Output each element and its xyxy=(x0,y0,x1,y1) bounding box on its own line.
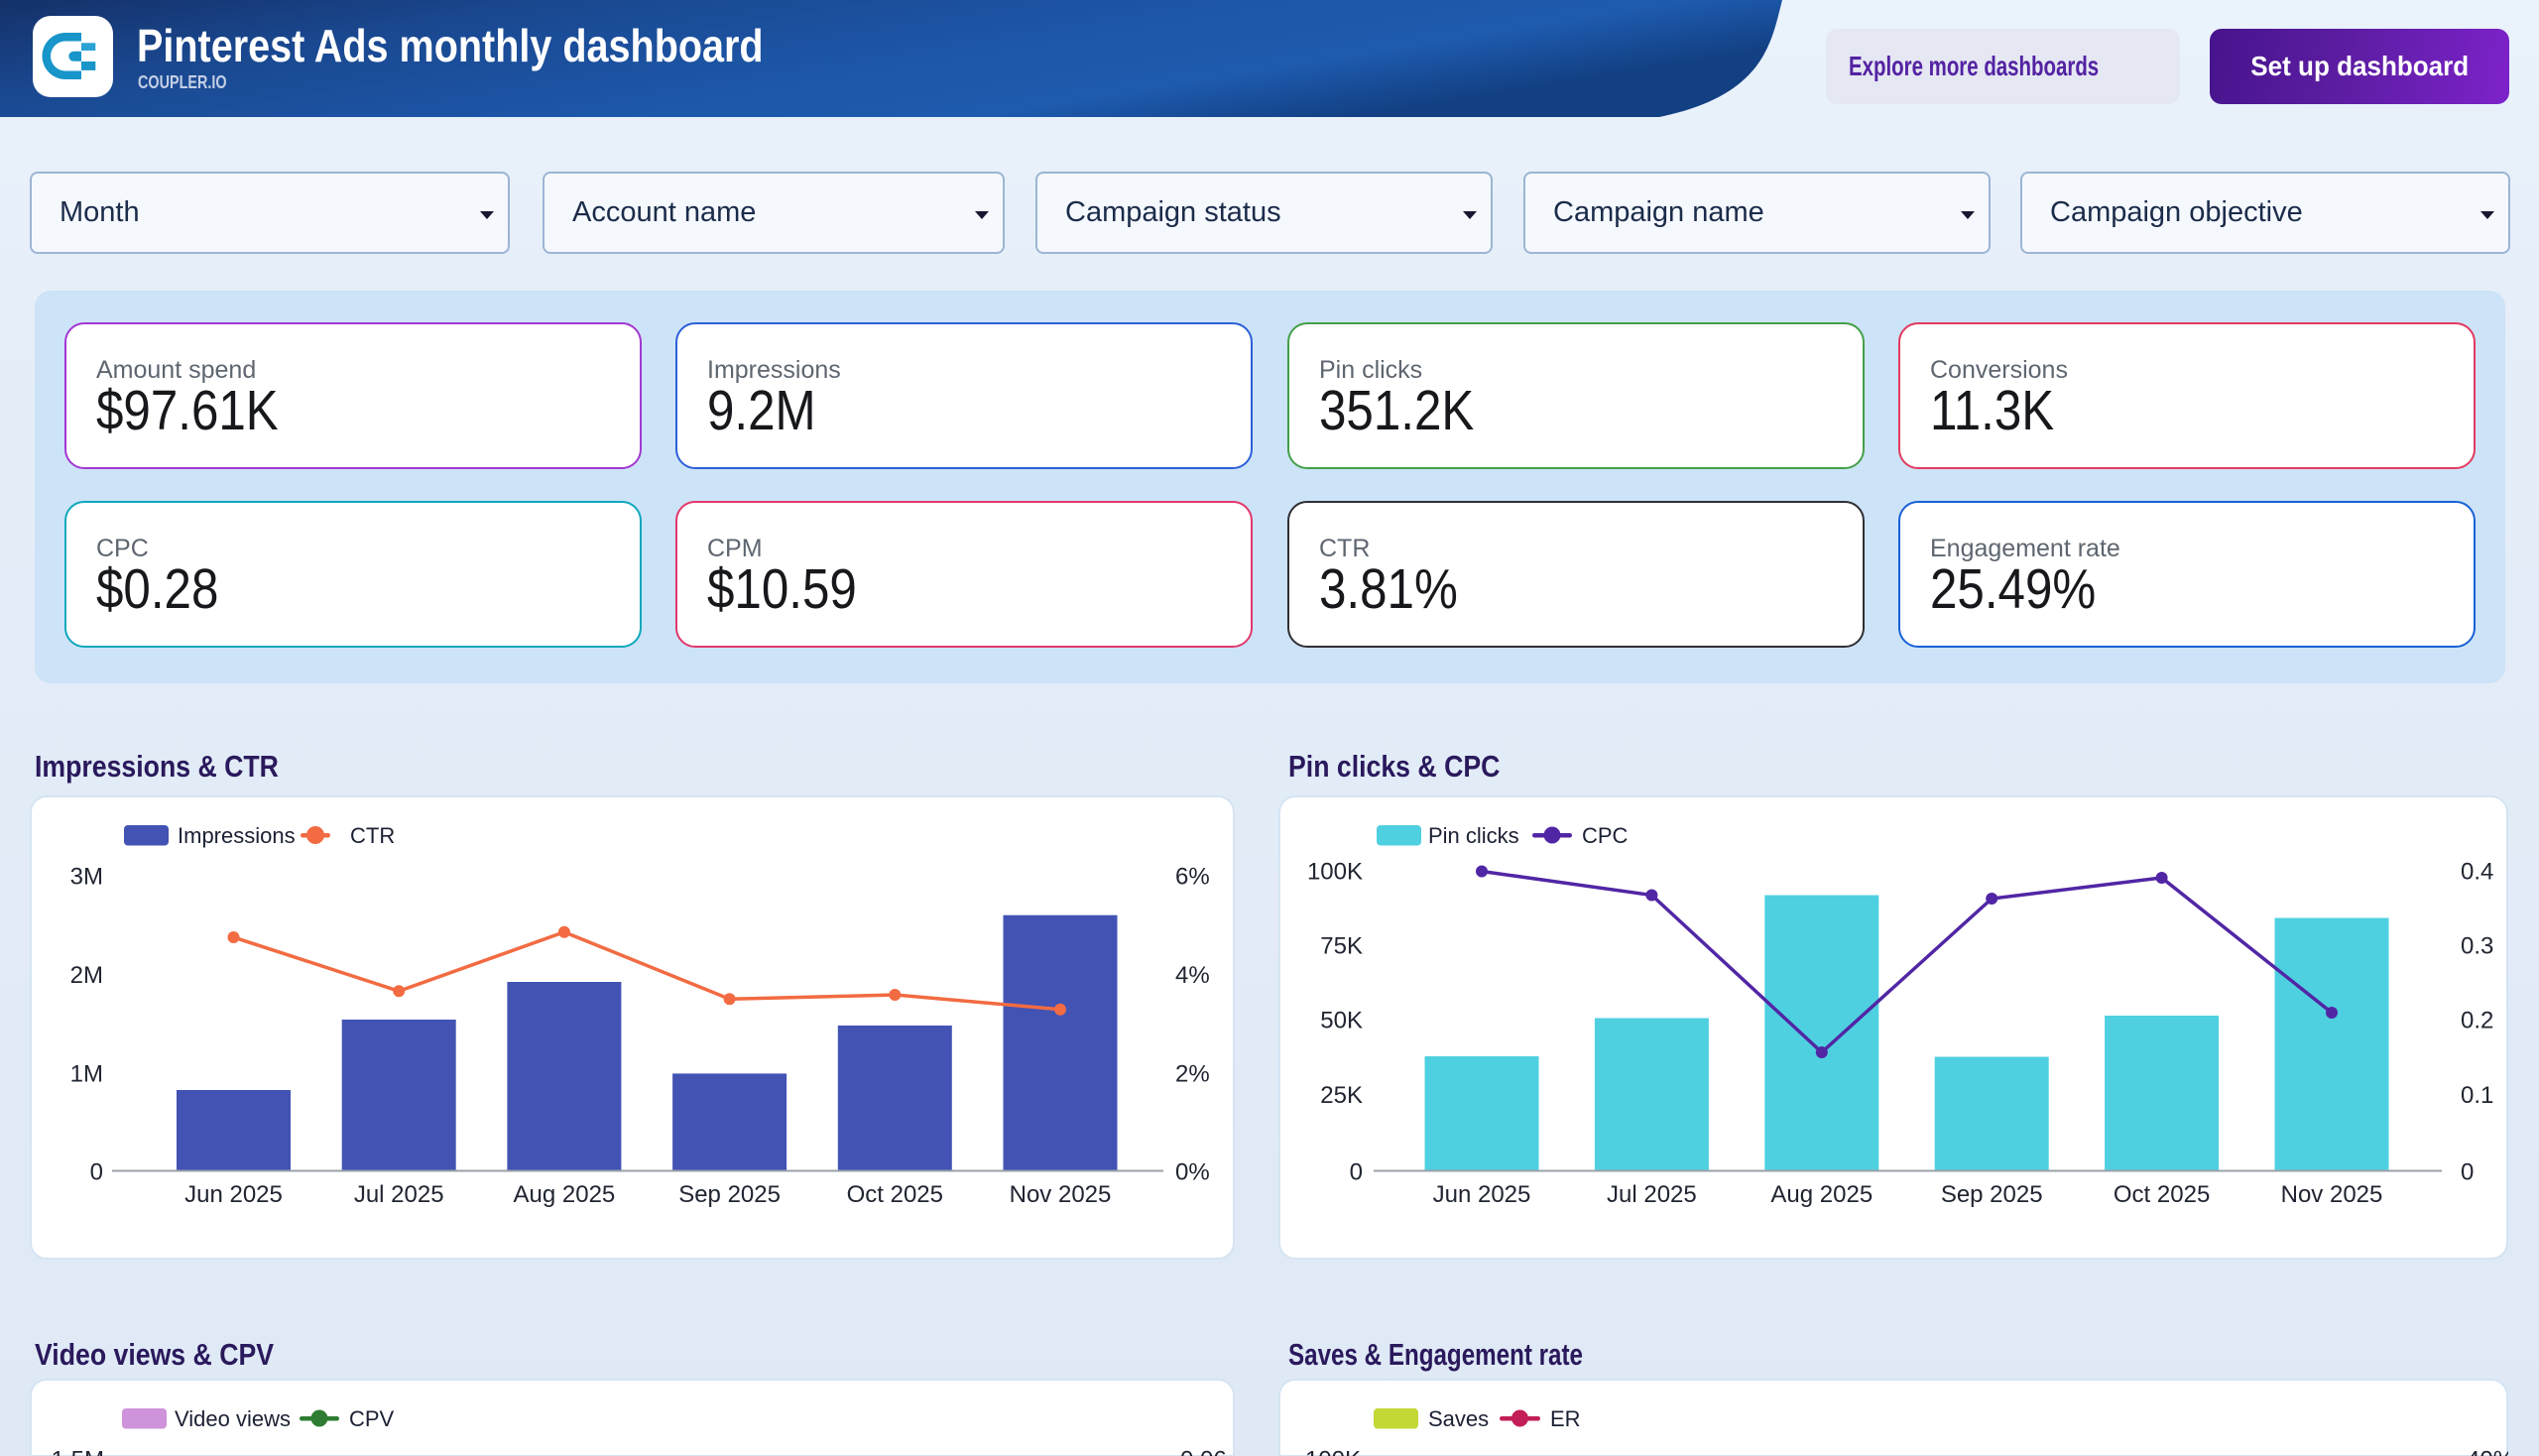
svg-text:0.2: 0.2 xyxy=(2461,1008,2493,1034)
svg-text:CPC: CPC xyxy=(1582,823,1629,848)
svg-text:0: 0 xyxy=(2461,1159,2474,1186)
svg-text:100K: 100K xyxy=(1307,859,1363,886)
svg-text:ER: ER xyxy=(1550,1406,1581,1431)
svg-text:100K: 100K xyxy=(1305,1447,1361,1456)
svg-text:Jul 2025: Jul 2025 xyxy=(1607,1181,1697,1208)
svg-text:Pin clicks: Pin clicks xyxy=(1428,823,1519,848)
svg-text:0%: 0% xyxy=(1175,1159,1210,1186)
svg-text:0.1: 0.1 xyxy=(2461,1082,2493,1109)
svg-text:Sep 2025: Sep 2025 xyxy=(678,1181,781,1208)
svg-text:2M: 2M xyxy=(70,962,103,989)
svg-text:Saves: Saves xyxy=(1428,1406,1489,1431)
svg-text:Video views: Video views xyxy=(175,1406,291,1431)
svg-text:Jun 2025: Jun 2025 xyxy=(184,1181,283,1208)
svg-text:Aug 2025: Aug 2025 xyxy=(1770,1181,1873,1208)
svg-text:0: 0 xyxy=(1350,1159,1363,1186)
svg-text:1.5M: 1.5M xyxy=(52,1447,104,1456)
svg-text:40%: 40% xyxy=(2467,1447,2508,1456)
svg-text:3M: 3M xyxy=(70,864,103,891)
svg-text:0.4: 0.4 xyxy=(2461,859,2493,886)
svg-text:75K: 75K xyxy=(1320,933,1363,960)
svg-text:0.06: 0.06 xyxy=(1180,1447,1227,1456)
svg-text:Impressions: Impressions xyxy=(178,823,296,848)
svg-text:Oct 2025: Oct 2025 xyxy=(847,1181,943,1208)
svg-text:Jul 2025: Jul 2025 xyxy=(354,1181,444,1208)
svg-text:Jun 2025: Jun 2025 xyxy=(1433,1181,1531,1208)
svg-text:Nov 2025: Nov 2025 xyxy=(1010,1181,1112,1208)
svg-text:0.3: 0.3 xyxy=(2461,933,2493,960)
svg-text:CPV: CPV xyxy=(349,1406,395,1431)
svg-text:6%: 6% xyxy=(1175,864,1210,891)
svg-text:50K: 50K xyxy=(1320,1008,1363,1034)
svg-text:CTR: CTR xyxy=(350,823,395,848)
svg-text:25K: 25K xyxy=(1320,1082,1363,1109)
svg-text:2%: 2% xyxy=(1175,1061,1210,1088)
svg-text:0: 0 xyxy=(90,1159,103,1186)
svg-text:4%: 4% xyxy=(1175,962,1210,989)
svg-text:Sep 2025: Sep 2025 xyxy=(1941,1181,2043,1208)
svg-text:Oct 2025: Oct 2025 xyxy=(2114,1181,2210,1208)
svg-text:1M: 1M xyxy=(70,1061,103,1088)
svg-text:Nov 2025: Nov 2025 xyxy=(2281,1181,2383,1208)
svg-text:Aug 2025: Aug 2025 xyxy=(514,1181,616,1208)
